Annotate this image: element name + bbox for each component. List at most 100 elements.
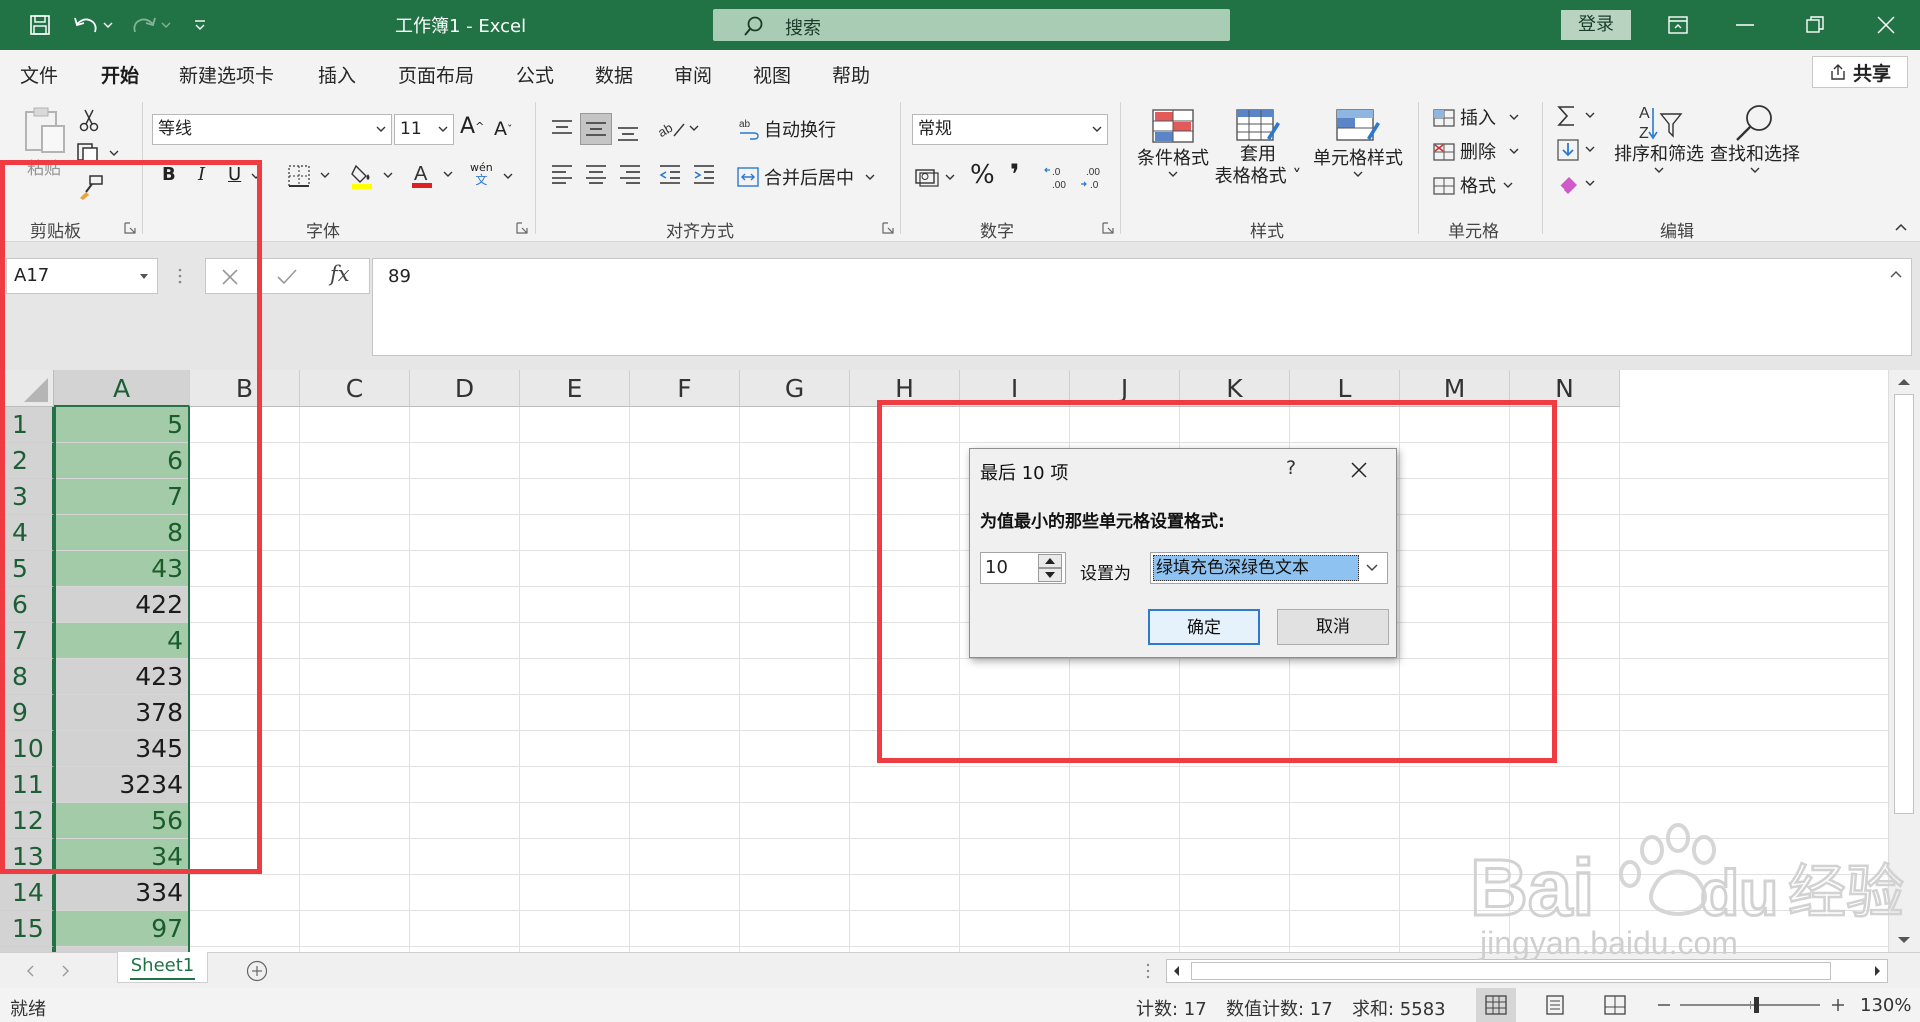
- cut-icon[interactable]: [78, 108, 100, 132]
- scroll-right-icon[interactable]: [1867, 960, 1887, 982]
- search-box[interactable]: 搜索: [713, 9, 1230, 41]
- tab-review[interactable]: 审阅: [674, 61, 712, 88]
- column-header-g[interactable]: G: [740, 370, 850, 407]
- font-color-icon[interactable]: A: [410, 160, 458, 190]
- tab-page-layout[interactable]: 页面布局: [398, 61, 474, 88]
- sheet-tab-sheet1[interactable]: Sheet1: [117, 952, 208, 983]
- cell-styles-button[interactable]: 单元格样式: [1306, 108, 1410, 180]
- add-sheet-icon[interactable]: [246, 960, 268, 982]
- column-header-f[interactable]: F: [630, 370, 740, 407]
- sheet-next-icon[interactable]: [58, 964, 72, 978]
- scroll-left-icon[interactable]: [1167, 960, 1187, 982]
- clear-icon[interactable]: [1556, 172, 1602, 196]
- undo-icon[interactable]: [68, 9, 118, 41]
- comma-style-button[interactable]: ❜: [1010, 158, 1020, 191]
- vertical-scrollbar[interactable]: [1888, 370, 1920, 952]
- insert-function-icon[interactable]: fx: [330, 262, 350, 286]
- font-launcher-icon[interactable]: [516, 222, 528, 234]
- phonetic-dropdown-icon[interactable]: [502, 170, 514, 182]
- delete-cells-button[interactable]: 删除: [1432, 138, 1524, 164]
- chevron-down-icon[interactable]: [1359, 555, 1385, 581]
- tab-home[interactable]: 开始: [101, 61, 140, 97]
- tab-formulas[interactable]: 公式: [516, 61, 554, 88]
- align-right-icon[interactable]: [618, 164, 642, 184]
- increase-font-icon[interactable]: A ^: [460, 114, 484, 139]
- find-select-button[interactable]: 查找和选择: [1708, 102, 1802, 176]
- format-style-select[interactable]: 绿填充色深绿色文本: [1150, 552, 1388, 584]
- dialog-help-button[interactable]: ?: [1286, 457, 1296, 479]
- insert-cells-button[interactable]: 插入: [1432, 104, 1524, 130]
- vertical-scroll-thumb[interactable]: [1894, 394, 1914, 814]
- accounting-format-icon[interactable]: [914, 166, 960, 188]
- zoom-slider-thumb[interactable]: [1754, 997, 1759, 1013]
- cell-a15[interactable]: 97: [54, 911, 189, 947]
- scroll-down-icon[interactable]: [1889, 930, 1919, 950]
- merge-center-button[interactable]: 合并后居中: [736, 164, 878, 190]
- scroll-up-icon[interactable]: [1889, 372, 1919, 392]
- save-icon[interactable]: [22, 9, 58, 41]
- tab-help[interactable]: 帮助: [832, 61, 870, 88]
- font-name-select[interactable]: 等线: [152, 114, 392, 145]
- tab-file[interactable]: 文件: [20, 61, 58, 88]
- column-header-e[interactable]: E: [520, 370, 630, 407]
- sort-filter-button[interactable]: AZ 排序和筛选: [1612, 102, 1706, 176]
- sheet-prev-icon[interactable]: [24, 964, 38, 978]
- borders-icon[interactable]: [287, 164, 335, 188]
- tab-insert[interactable]: 插入: [318, 61, 356, 88]
- align-top-icon[interactable]: [550, 118, 574, 140]
- fill-icon[interactable]: [1556, 138, 1602, 162]
- increase-decimal-icon[interactable]: .0.00: [1044, 164, 1072, 190]
- align-center-icon[interactable]: [584, 164, 608, 184]
- ok-button[interactable]: 确定: [1148, 609, 1260, 645]
- align-bottom-icon[interactable]: [616, 120, 640, 142]
- confirm-entry-icon[interactable]: [276, 267, 298, 287]
- wrap-text-button[interactable]: ab 自动换行: [738, 116, 836, 142]
- ribbon-display-options-icon[interactable]: [1648, 0, 1708, 50]
- number-launcher-icon[interactable]: [1102, 222, 1114, 234]
- login-button[interactable]: 登录: [1561, 10, 1631, 40]
- increase-indent-icon[interactable]: [692, 164, 716, 184]
- item-count-stepper[interactable]: [1038, 554, 1062, 582]
- redo-icon[interactable]: [126, 9, 176, 41]
- horizontal-scrollbar[interactable]: [1166, 959, 1888, 983]
- cancel-button[interactable]: 取消: [1277, 609, 1389, 645]
- font-size-select[interactable]: 11: [394, 114, 454, 145]
- page-layout-view-icon[interactable]: [1544, 995, 1566, 1015]
- format-cells-button[interactable]: 格式: [1432, 172, 1516, 198]
- decrease-decimal-icon[interactable]: .00.0: [1080, 164, 1108, 190]
- horizontal-scroll-thumb[interactable]: [1191, 962, 1831, 980]
- conditional-format-button[interactable]: 条件格式: [1132, 108, 1214, 180]
- decrease-font-icon[interactable]: Aˇ: [494, 118, 513, 140]
- zoom-in-icon[interactable]: [1830, 997, 1846, 1013]
- restore-icon[interactable]: [1785, 0, 1845, 50]
- decrease-indent-icon[interactable]: [658, 164, 682, 184]
- column-header-c[interactable]: C: [300, 370, 410, 407]
- format-as-table-button[interactable]: 套用 表格格式 ˅: [1212, 108, 1304, 188]
- row-header-14[interactable]: 14: [0, 875, 54, 911]
- align-middle-icon[interactable]: [580, 113, 612, 145]
- zoom-out-icon[interactable]: [1656, 997, 1672, 1013]
- percent-button[interactable]: %: [970, 160, 995, 190]
- tab-data[interactable]: 数据: [595, 61, 633, 88]
- align-left-icon[interactable]: [550, 164, 574, 184]
- number-format-select[interactable]: 常规: [912, 114, 1108, 145]
- tab-split-grip-icon[interactable]: [1146, 963, 1150, 979]
- autosum-icon[interactable]: [1556, 104, 1602, 128]
- customize-qat-icon[interactable]: [182, 9, 218, 41]
- collapse-ribbon-icon[interactable]: [1894, 222, 1908, 232]
- row-header-15[interactable]: 15: [0, 911, 54, 947]
- tab-view[interactable]: 视图: [753, 61, 791, 88]
- orientation-icon[interactable]: ab: [656, 116, 702, 140]
- zoom-level[interactable]: 130%: [1860, 995, 1911, 1016]
- fill-color-icon[interactable]: [350, 162, 398, 190]
- dialog-close-icon[interactable]: [1350, 461, 1368, 479]
- page-break-view-icon[interactable]: [1604, 995, 1626, 1015]
- cell-a14[interactable]: 334: [54, 875, 189, 911]
- zoom-slider[interactable]: [1680, 997, 1820, 1013]
- minimize-icon[interactable]: [1715, 0, 1775, 50]
- formula-input[interactable]: 89: [372, 258, 1912, 356]
- share-button[interactable]: 共享: [1812, 56, 1908, 88]
- phonetic-icon[interactable]: wén 文: [470, 162, 493, 187]
- normal-view-button[interactable]: [1476, 988, 1516, 1022]
- column-header-d[interactable]: D: [410, 370, 520, 407]
